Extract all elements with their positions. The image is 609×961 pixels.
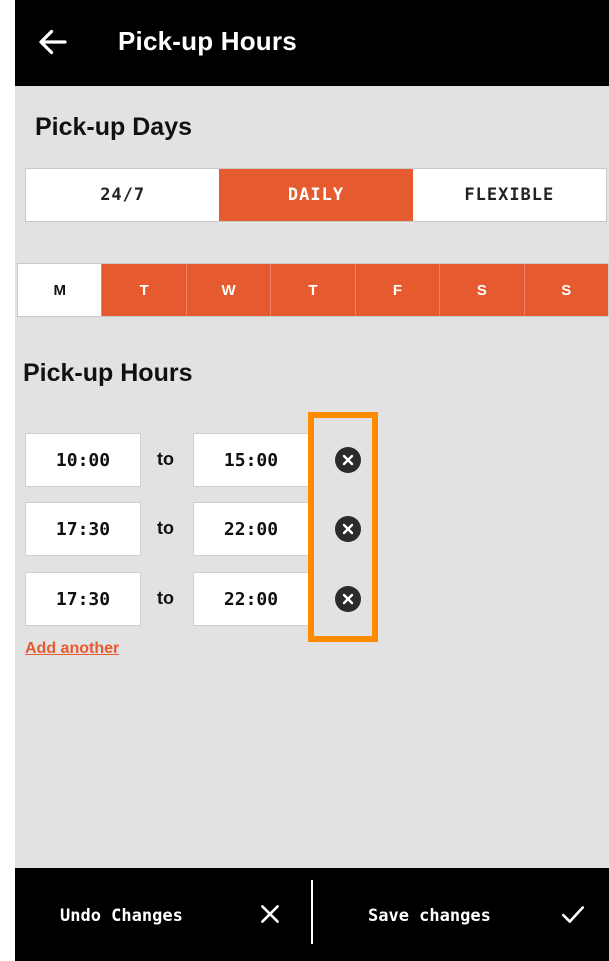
pickup-mode-selector: 24/7 DAILY FLEXIBLE: [25, 168, 607, 222]
weekday-wednesday[interactable]: W: [185, 264, 271, 316]
undo-changes-button[interactable]: Undo Changes: [60, 906, 183, 926]
start-time-field[interactable]: 17:30: [25, 572, 141, 626]
start-time-field[interactable]: 10:00: [25, 433, 141, 487]
add-another-link[interactable]: Add another: [25, 640, 119, 658]
weekday-selector: M T W T F S S: [17, 263, 609, 317]
weekday-monday[interactable]: M: [18, 264, 102, 316]
end-time-field[interactable]: 15:00: [193, 433, 309, 487]
remove-buttons-highlight: [308, 412, 378, 642]
to-separator: to: [157, 518, 174, 538]
close-icon[interactable]: [257, 901, 283, 927]
weekday-saturday[interactable]: S: [439, 264, 524, 316]
weekday-thursday[interactable]: T: [270, 264, 355, 316]
mode-option-flexible[interactable]: FLEXIBLE: [413, 169, 606, 221]
pickup-hours-heading: Pick-up Hours: [23, 359, 193, 387]
page-title: Pick-up Hours: [118, 26, 297, 56]
weekday-friday[interactable]: F: [354, 264, 440, 316]
action-divider: [311, 880, 313, 944]
weekday-sunday[interactable]: S: [523, 264, 608, 316]
arrow-left-icon[interactable]: [35, 24, 71, 60]
bottom-action-bar: Undo Changes Save changes: [15, 868, 609, 961]
end-time-field[interactable]: 22:00: [193, 502, 309, 556]
weekday-tuesday[interactable]: T: [101, 264, 186, 316]
checkmark-icon[interactable]: [560, 901, 586, 927]
start-time-field[interactable]: 17:30: [25, 502, 141, 556]
to-separator: to: [157, 588, 174, 608]
top-app-bar: Pick-up Hours: [15, 0, 609, 86]
end-time-field[interactable]: 22:00: [193, 572, 309, 626]
save-changes-button[interactable]: Save changes: [368, 906, 491, 926]
mode-option-24-7[interactable]: 24/7: [26, 169, 219, 221]
pickup-days-heading: Pick-up Days: [35, 113, 193, 141]
to-separator: to: [157, 449, 174, 469]
mode-option-daily[interactable]: DAILY: [219, 169, 413, 221]
app-screen: Pick-up Hours Pick-up Days 24/7 DAILY FL…: [15, 0, 609, 961]
